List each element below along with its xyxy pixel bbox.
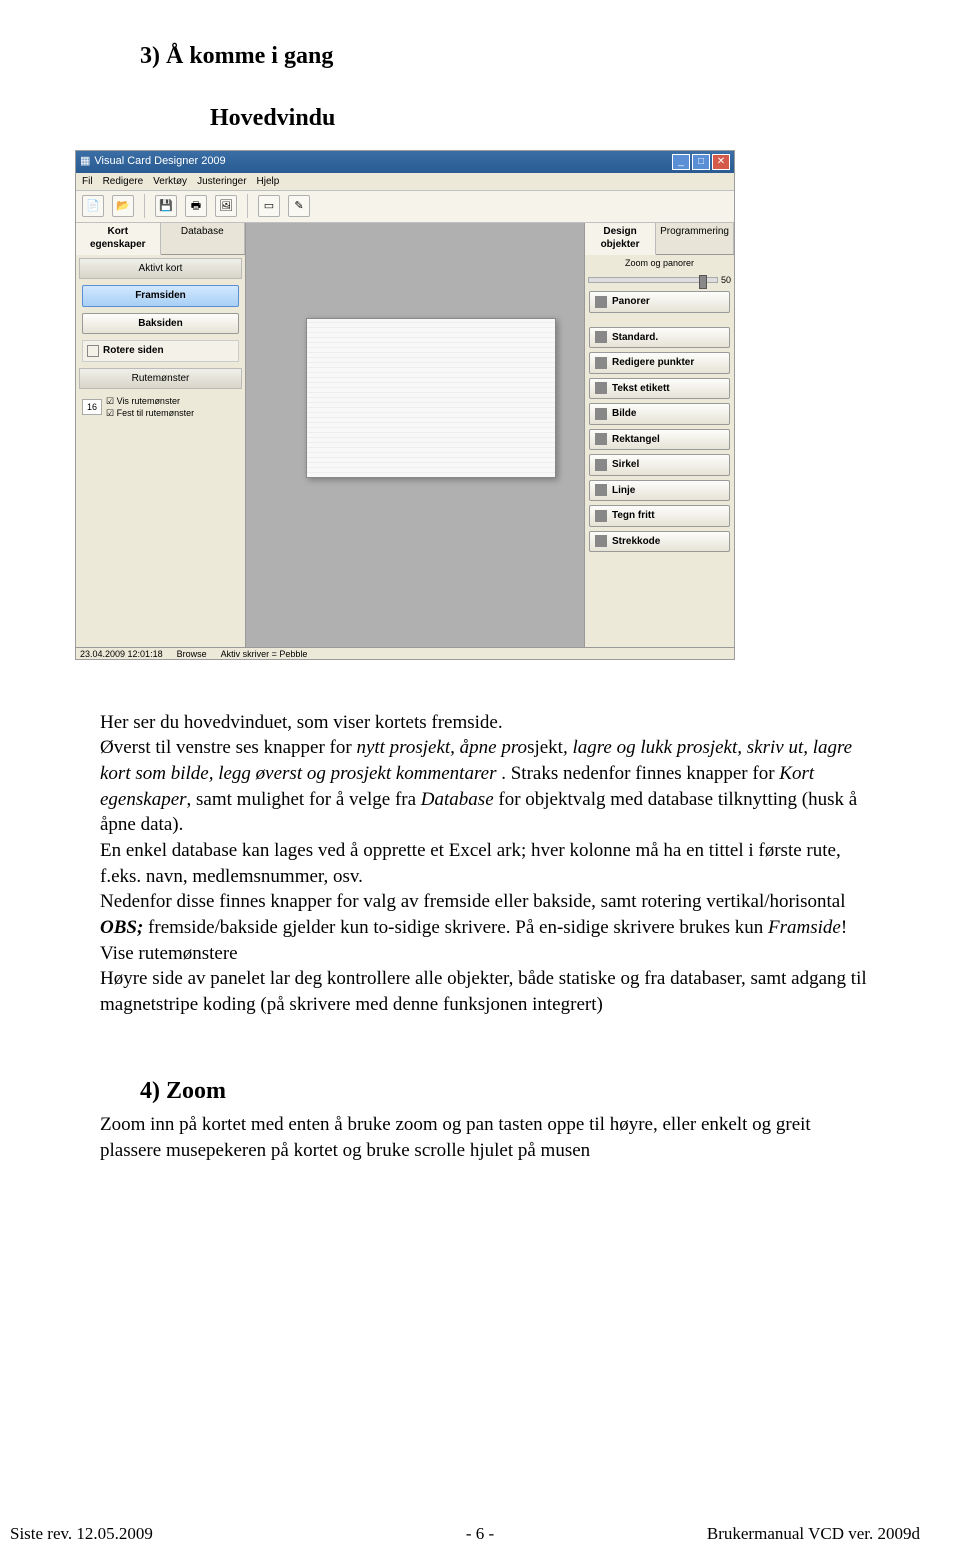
p1-italic1: nytt prosjekt, åpne pro (356, 737, 527, 758)
framsiden-button[interactable]: Framsiden (82, 285, 239, 307)
status-date: 23.04.2009 12:01:18 (80, 648, 163, 660)
page-footer: Siste rev. 12.05.2009 - 6 - Brukermanual… (0, 1523, 960, 1546)
save-button[interactable]: 💾 (155, 195, 177, 217)
main-toolbar: 📄 📂 💾 🖶 🖼 ▭ ✎ (76, 191, 734, 223)
p4: Høyre side av panelet lar deg kontroller… (100, 966, 870, 1017)
tab-programmering[interactable]: Programmering (656, 223, 734, 254)
menu-justeringer[interactable]: Justeringer (197, 175, 246, 188)
menu-bar: Fil Redigere Verktøy Justeringer Hjelp (76, 173, 734, 191)
tool-tekst-etikett[interactable]: Tekst etikett (589, 378, 730, 400)
pointer-icon (595, 331, 607, 343)
baksiden-button[interactable]: Baksiden (82, 313, 239, 335)
tool-bilde[interactable]: Bilde (589, 403, 730, 425)
layer-button[interactable]: ▭ (258, 195, 280, 217)
p1-mid: sjekt (527, 737, 563, 758)
tool-redigere-punkter[interactable]: Redigere punkter (589, 352, 730, 374)
p1-line4: , samt mulighet for å velge fra (187, 789, 421, 810)
p3-obs: OBS; (100, 917, 143, 938)
card-preview[interactable] (306, 318, 556, 478)
window-titlebar: ▦ Visual Card Designer 2009 _ □ ✕ (76, 151, 734, 173)
p1-italic4: Database (421, 789, 494, 810)
open-project-button[interactable]: 📂 (112, 195, 134, 217)
minimize-button[interactable]: _ (672, 154, 690, 170)
p3-fram: Framside (768, 917, 841, 938)
app-screenshot: ▦ Visual Card Designer 2009 _ □ ✕ Fil Re… (75, 150, 735, 660)
section-4: 4) Zoom Zoom inn på kortet med enten å b… (100, 1075, 885, 1163)
tool-rektangel[interactable]: Rektangel (589, 429, 730, 451)
tab-design-objekter[interactable]: Design objekter (585, 223, 656, 255)
p1-line2a: Øverst til venstre ses knapper for (100, 737, 356, 758)
zoom-value: 50 (721, 274, 731, 286)
aktivt-kort-header: Aktivt kort (79, 258, 242, 280)
p1-line1: Her ser du hovedvinduet, som viser korte… (100, 712, 503, 733)
section-4-text: Zoom inn på kortet med enten å bruke zoo… (100, 1112, 870, 1163)
vis-rutemonster-check[interactable]: ☑ Vis rutemønster (106, 395, 194, 407)
rutemonster-header: Rutemønster (79, 368, 242, 390)
print-button[interactable]: 🖶 (185, 195, 207, 217)
status-browse: Browse (177, 648, 207, 660)
p3b: fremside/bakside gjelder kun to-sidige s… (143, 917, 768, 938)
menu-hjelp[interactable]: Hjelp (257, 175, 280, 188)
new-project-button[interactable]: 📄 (82, 195, 104, 217)
section-3-heading: 3) Å komme i gang (140, 40, 885, 72)
footer-right: Brukermanual VCD ver. 2009d (707, 1523, 920, 1546)
rect-icon (595, 433, 607, 445)
status-bar: 23.04.2009 12:01:18 Browse Aktiv skriver… (76, 647, 734, 660)
p3a: Nedenfor disse finnes knapper for valg a… (100, 891, 846, 912)
tool-standard[interactable]: Standard. (589, 327, 730, 349)
close-button[interactable]: ✕ (712, 154, 730, 170)
line-icon (595, 484, 607, 496)
menu-redigere[interactable]: Redigere (103, 175, 144, 188)
menu-fil[interactable]: Fil (82, 175, 93, 188)
pan-icon (595, 296, 607, 308)
footer-left: Siste rev. 12.05.2009 (10, 1523, 153, 1546)
rotate-icon (87, 345, 99, 357)
tool-linje[interactable]: Linje (589, 480, 730, 502)
left-panel: Kort egenskaper Database Aktivt kort Fra… (76, 223, 246, 647)
p2: En enkel database kan lages ved å oppret… (100, 838, 870, 889)
freehand-icon (595, 510, 607, 522)
tool-sirkel[interactable]: Sirkel (589, 454, 730, 476)
edit-points-icon (595, 357, 607, 369)
app-icon: ▦ (80, 154, 90, 169)
right-panel: Design objekter Programmering Zoom og pa… (584, 223, 734, 647)
rotere-siden-button[interactable]: Rotere siden (82, 340, 239, 362)
maximize-button[interactable]: □ (692, 154, 710, 170)
fest-rutemonster-check[interactable]: ☑ Fest til rutemønster (106, 407, 194, 419)
barcode-icon (595, 535, 607, 547)
section-4-heading: 4) Zoom (140, 1075, 885, 1107)
tool-panorer[interactable]: Panorer (589, 291, 730, 313)
text-icon (595, 382, 607, 394)
grid-size-input[interactable]: 16 (82, 399, 102, 415)
tool-strekkode[interactable]: Strekkode (589, 531, 730, 553)
design-canvas[interactable] (246, 223, 584, 647)
tab-kort-egenskaper[interactable]: Kort egenskaper (76, 223, 161, 255)
section-3-subheading: Hovedvindu (210, 102, 885, 134)
zoom-panorer-header: Zoom og panorer (585, 255, 734, 271)
tool-tegn-fritt[interactable]: Tegn fritt (589, 505, 730, 527)
comment-button[interactable]: ✎ (288, 195, 310, 217)
zoom-slider[interactable] (588, 277, 718, 283)
window-title: Visual Card Designer 2009 (94, 154, 225, 169)
menu-verktoy[interactable]: Verktøy (153, 175, 187, 188)
rotere-label: Rotere siden (103, 344, 164, 358)
status-printer: Aktiv skriver = Pebble (221, 648, 308, 660)
circle-icon (595, 459, 607, 471)
image-icon (595, 408, 607, 420)
body-paragraphs: Her ser du hovedvinduet, som viser korte… (100, 710, 870, 1018)
tab-database[interactable]: Database (161, 223, 246, 254)
p1-line3: . Straks nedenfor finnes knapper for (501, 763, 779, 784)
export-image-button[interactable]: 🖼 (215, 195, 237, 217)
